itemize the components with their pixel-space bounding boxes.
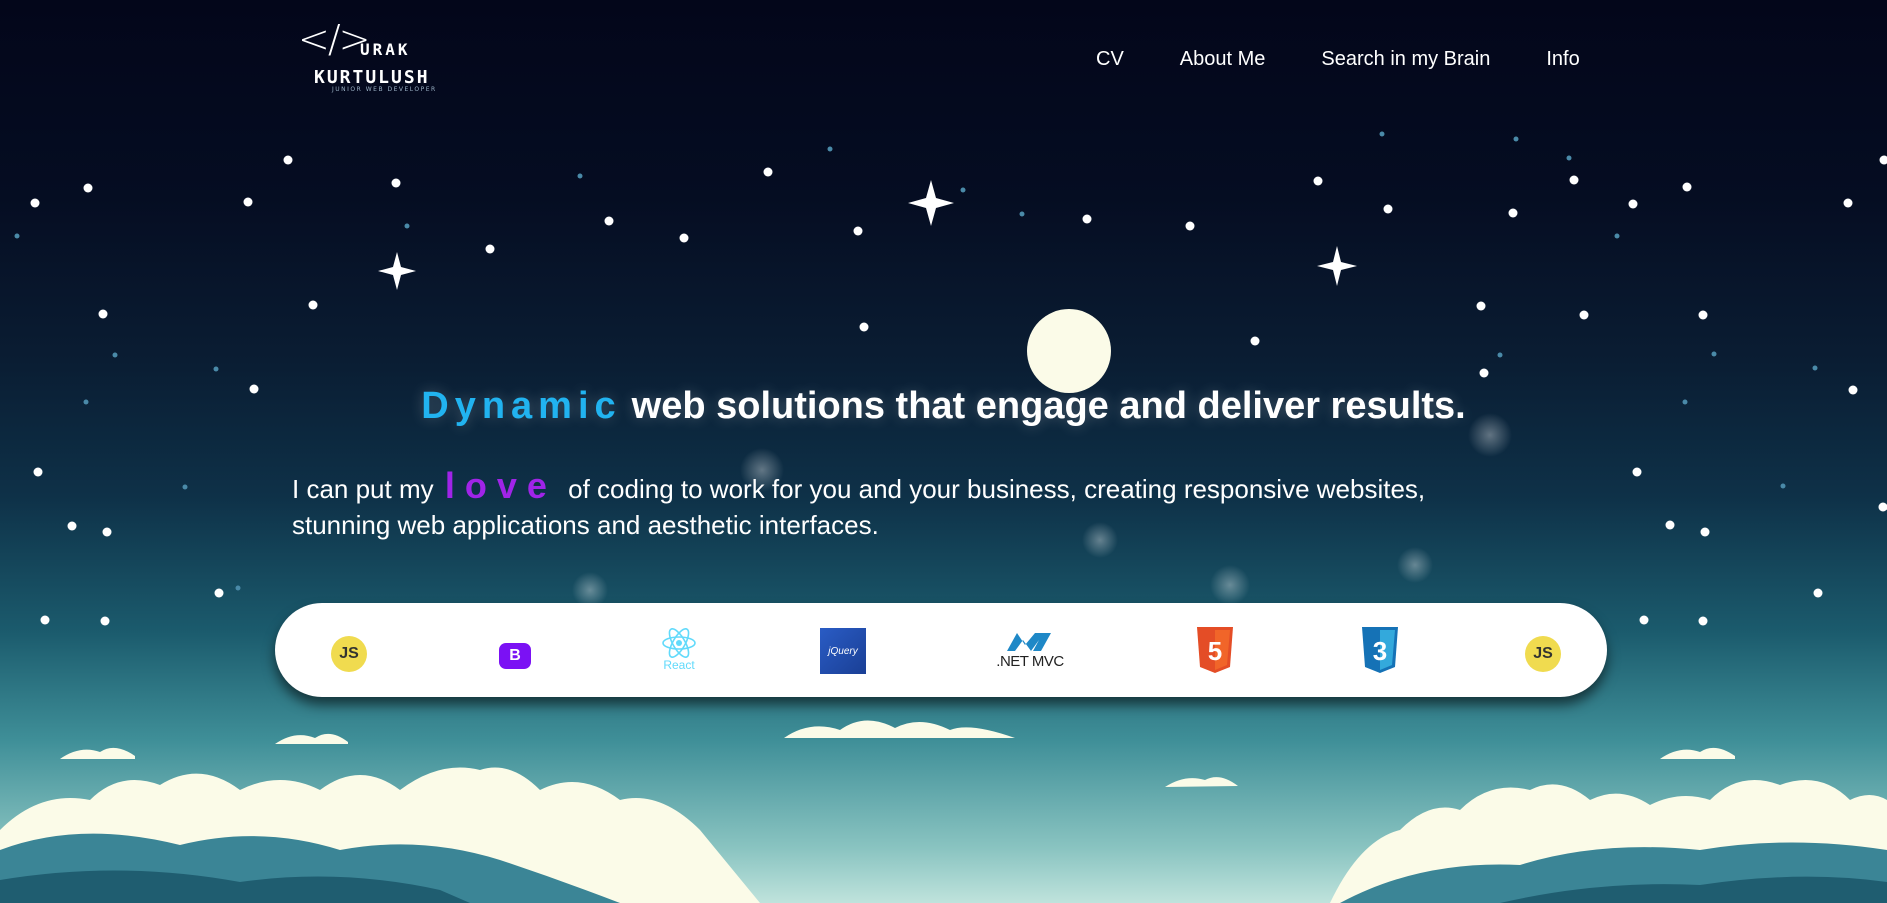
headline-text: web solutions that engage and deliver re…: [631, 385, 1466, 427]
logo-tagline: JUNIOR WEB DEVELOPER: [332, 86, 437, 93]
html5-icon: 5: [1197, 627, 1233, 673]
sparkle-stars: [378, 180, 1357, 290]
logo-code-mark: </>: [298, 17, 370, 61]
tech-stack-bar: JS B React jQuery .NET MVC 5 3 JS: [275, 603, 1607, 697]
nav-link-search-in-my-brain[interactable]: Search in my Brain: [1321, 48, 1490, 71]
site-logo[interactable]: </> URAK KURTULUSH JUNIOR WEB DEVELOPER: [298, 20, 468, 94]
tech-item-html5: 5: [1185, 625, 1245, 675]
headline-accent-word: Dynamic: [421, 385, 622, 427]
css3-icon: 3: [1362, 627, 1398, 673]
tech-item-css3: 3: [1350, 625, 1410, 675]
tech-item-bootstrap: B: [485, 625, 545, 675]
tech-item-dotnet-mvc: .NET MVC: [990, 625, 1070, 675]
javascript-icon: JS: [331, 635, 367, 672]
nav-link-cv[interactable]: CV: [1096, 48, 1124, 71]
bootstrap-icon: B: [499, 643, 531, 669]
tech-item-javascript-2: [275, 625, 335, 675]
tech-item-javascript-repeat: JS: [1513, 625, 1573, 675]
javascript-icon: JS: [1525, 635, 1561, 672]
nav-link-info[interactable]: Info: [1546, 48, 1579, 71]
tech-item-jquery: jQuery: [813, 625, 873, 675]
main-nav: CV About Me Search in my Brain Info: [1096, 48, 1580, 71]
nav-link-about-me[interactable]: About Me: [1180, 48, 1266, 71]
svg-text:3: 3: [1373, 636, 1387, 666]
dotnet-mvc-label: .NET MVC: [996, 652, 1064, 670]
dotnet-mvc-icon: [1007, 632, 1051, 651]
jquery-icon: jQuery: [820, 628, 866, 674]
small-clouds: [60, 720, 1735, 787]
moon: [1027, 309, 1111, 393]
svg-text:5: 5: [1208, 636, 1222, 666]
night-sky-background: [0, 131, 1887, 903]
logo-line-1: URAK: [360, 40, 411, 59]
react-icon: [662, 628, 696, 658]
hero-intro: I can put my love of coding to work for …: [292, 468, 1522, 543]
intro-love-word: love: [444, 465, 557, 506]
hero-headline: Dynamic web solutions that engage and del…: [0, 385, 1887, 428]
react-label: React: [663, 658, 695, 672]
logo-line-2: KURTULUSH: [314, 67, 430, 88]
intro-text-start: I can put my: [292, 474, 434, 504]
tech-item-react: React: [641, 625, 717, 675]
